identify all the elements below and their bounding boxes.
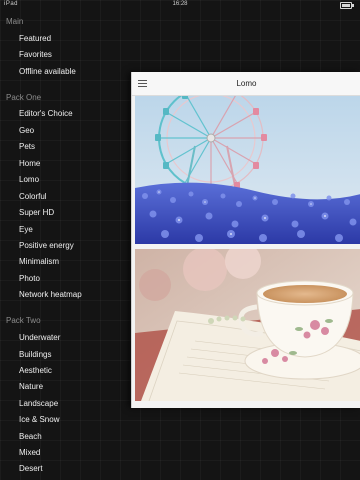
- menu-item-pets[interactable]: Pets: [19, 142, 35, 151]
- menu-item-super-hd[interactable]: Super HD: [19, 208, 54, 217]
- menu-item-photo[interactable]: Photo: [19, 274, 40, 283]
- menu-item-home[interactable]: Home: [19, 159, 40, 168]
- photo-ferris-wheel[interactable]: [135, 96, 360, 244]
- menu-item-mixed[interactable]: Mixed: [19, 448, 40, 457]
- section-header-pack-one: Pack One: [6, 93, 42, 102]
- menu-item-underwater[interactable]: Underwater: [19, 333, 60, 342]
- menu-item-landscape[interactable]: Landscape: [19, 399, 58, 408]
- menu-item-desert[interactable]: Desert: [19, 464, 43, 473]
- battery-icon: [340, 2, 354, 9]
- menu-item-beach[interactable]: Beach: [19, 432, 42, 441]
- menu-item-editors-choice[interactable]: Editor's Choice: [19, 109, 73, 118]
- menu-item-geo[interactable]: Geo: [19, 126, 34, 135]
- menu-item-buildings[interactable]: Buildings: [19, 350, 51, 359]
- page-title: Lomo: [236, 79, 257, 88]
- status-bar: iPad 16:28: [0, 0, 360, 10]
- menu-item-network-heatmap[interactable]: Network heatmap: [19, 290, 82, 299]
- menu-item-aesthetic[interactable]: Aesthetic: [19, 366, 52, 375]
- menu-item-minimalism[interactable]: Minimalism: [19, 257, 59, 266]
- menu-item-ice-and-snow[interactable]: Ice & Snow: [19, 415, 59, 424]
- photo-teacup[interactable]: [135, 249, 360, 401]
- menu-item-positive-energy[interactable]: Positive energy: [19, 241, 74, 250]
- section-header-main: Main: [6, 17, 24, 26]
- section-header-pack-two: Pack Two: [6, 316, 41, 325]
- menu-item-featured[interactable]: Featured: [19, 34, 51, 43]
- status-time: 16:28: [172, 1, 188, 7]
- menu-item-eye[interactable]: Eye: [19, 225, 33, 234]
- menu-item-lomo[interactable]: Lomo: [19, 175, 39, 184]
- menu-item-offline-available[interactable]: Offline available: [19, 67, 76, 76]
- menu-item-nature[interactable]: Nature: [19, 382, 43, 391]
- content-panel: Lomo: [131, 72, 360, 408]
- navigation-bar: Lomo: [132, 72, 360, 96]
- menu-item-favorites[interactable]: Favorites: [19, 50, 52, 59]
- menu-item-colorful[interactable]: Colorful: [19, 192, 47, 201]
